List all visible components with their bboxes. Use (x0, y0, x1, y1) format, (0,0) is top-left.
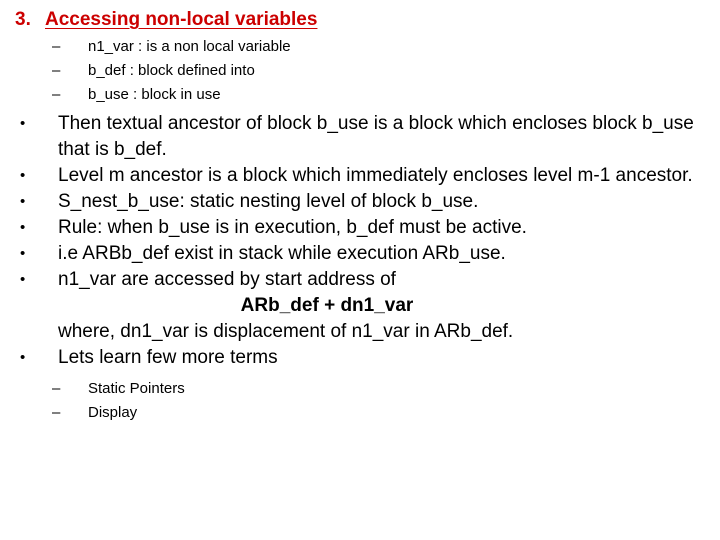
list-item-label: n1_var are accessed by start address of (58, 268, 396, 290)
list-item: – n1_var : is a non local variable (0, 35, 720, 59)
list-item-label: b_use : block in use (88, 85, 221, 103)
bullet-marker-icon: • (20, 218, 26, 236)
dash-marker-icon: – (52, 403, 61, 421)
heading-number: 3. (15, 9, 31, 30)
main-bullet-list: • Then textual ancestor of block b_use i… (0, 111, 720, 371)
heading-title: Accessing non-local variables (45, 9, 318, 30)
list-item-label: Lets learn few more terms (58, 346, 278, 368)
list-item: – Display (0, 401, 720, 425)
bullet-marker-icon: • (20, 270, 26, 288)
dash-marker-icon: – (52, 379, 61, 397)
list-item: • i.e ARBb_def exist in stack while exec… (0, 241, 720, 267)
page-title: 3. Accessing non-local variables (0, 0, 720, 31)
dash-marker-icon: – (52, 85, 61, 103)
list-item-label: Display (88, 403, 138, 421)
list-item: – b_use : block in use (0, 83, 720, 107)
list-item-label: Then textual ancestor of block b_use is … (58, 112, 694, 160)
list-item-label: Rule: when b_use is in execution, b_def … (58, 216, 527, 238)
bullet-marker-icon: • (20, 166, 26, 184)
list-item: • Level m ancestor is a block which imme… (0, 163, 720, 189)
list-item: • n1_var are accessed by start address o… (0, 267, 720, 293)
bullet-marker-icon: • (20, 348, 26, 366)
list-item-label: i.e ARBb_def exist in stack while execut… (58, 242, 506, 264)
bullet-marker-icon: • (20, 244, 26, 262)
dash-marker-icon: – (52, 37, 61, 55)
list-item: – b_def : block defined into (0, 59, 720, 83)
terms-list: – Static Pointers – Display (0, 377, 720, 425)
list-item: • Rule: when b_use is in execution, b_de… (0, 215, 720, 241)
list-item-label: b_def : block defined into (88, 61, 255, 79)
dash-marker-icon: – (52, 61, 61, 79)
list-item-label: Level m ancestor is a block which immedi… (58, 164, 693, 186)
formula-note: where, dn1_var is displacement of n1_var… (58, 320, 514, 342)
list-item-label: Static Pointers (88, 379, 185, 397)
bullet-marker-icon: • (20, 192, 26, 210)
list-item: • Then textual ancestor of block b_use i… (0, 111, 720, 163)
list-item: • S_nest_b_use: static nesting level of … (0, 189, 720, 215)
list-item: • Lets learn few more terms (0, 345, 720, 371)
bullet-marker-icon: • (20, 114, 26, 132)
list-item-label: n1_var : is a non local variable (88, 37, 291, 55)
formula-expression: ARb_def + dn1_var (240, 294, 414, 316)
list-item: – Static Pointers (0, 377, 720, 401)
slide-canvas: 3. Accessing non-local variables – n1_va… (0, 0, 720, 540)
list-item-label: S_nest_b_use: static nesting level of bl… (58, 190, 479, 212)
definition-list: – n1_var : is a non local variable – b_d… (0, 35, 720, 107)
